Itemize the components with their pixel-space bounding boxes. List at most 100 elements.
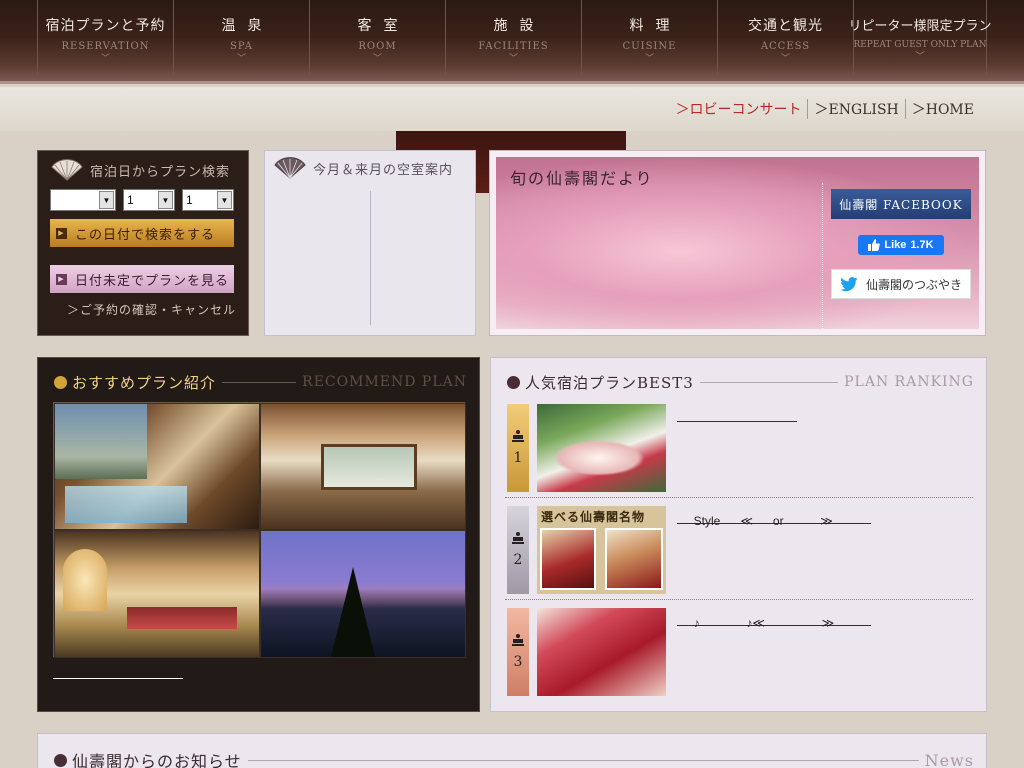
recommend-photo-grid [53,402,466,658]
nav-spa[interactable]: 温泉 SPA ﹀ [173,0,309,74]
nav-sublabel: ROOM [358,41,397,52]
rank-number: 1 [513,450,523,466]
twitter-button[interactable]: 仙壽閣のつぶやき [831,269,971,299]
facebook-like-button[interactable]: Like 1.7K [858,235,944,255]
nav-sublabel: ACCESS [760,41,811,52]
month-select[interactable]: ▼ [50,189,116,211]
plan-link[interactable] [677,412,797,422]
rank-number: 3 [513,654,523,670]
like-label: Like [884,239,907,251]
bullet-icon [54,753,67,767]
divider [505,497,973,498]
chevron-down-icon: ﹀ [915,52,925,62]
section-subtitle: News [924,750,974,768]
rank-number: 2 [513,552,523,568]
plan-link[interactable]: Style ≪ or ≫ [677,514,871,528]
divider [247,759,919,761]
section-header: 仙壽閣からのお知らせ News [54,750,974,768]
rank-badge: 3 [507,608,529,696]
news-section: 仙壽閣からのお知らせ News [37,733,987,768]
section-title: 仙壽閣からのお知らせ [72,752,242,768]
bullet-icon [54,375,67,389]
nav-sublabel: FACILITIES [478,41,549,52]
thumbs-up-icon [868,239,881,251]
select-value: 1 [186,193,193,207]
food-photo [605,528,663,590]
nav-label: 交通と観光 [748,18,823,34]
nights-select[interactable]: 1 ▼ [182,189,234,211]
twitter-bird-icon [840,276,858,291]
fan-icon [51,159,83,181]
rank-badge: 2 [507,506,529,594]
section-subtitle: PLAN RANKING [844,374,974,390]
nav-repeat-guest[interactable]: リピーター様限定プラン REPEAT GUEST ONLY PLAN ﹀ [849,0,992,74]
chevron-down-icon: ﹀ [236,54,246,64]
nav-label: 宿泊プランと予約 [45,18,166,34]
dropdown-arrow-icon: ▼ [158,191,173,209]
nav-label: 料理 [629,18,682,34]
plan-thumbnail[interactable] [537,608,666,696]
date-selects: ▼ 1 ▼ 1 ▼ [50,189,236,211]
plan-caption-link[interactable] [53,678,183,679]
plan-photo-western-room[interactable] [54,530,260,658]
button-label: 日付未定でプランを見る [75,273,230,289]
crown-icon [512,634,524,646]
search-by-date-button[interactable]: ▶ この日付で検索をする [50,219,234,247]
lobby-concert-link[interactable]: ＞ロビーコンサート [669,99,809,119]
divider [505,599,973,600]
main-nav: 宿泊プランと予約 RESERVATION ﹀ 温泉 SPA ﹀ 客室 ROOM … [0,0,1024,84]
sub-bar: ＞ロビーコンサート ＞ENGLISH ＞HOME [0,87,1024,131]
section-header: おすすめプラン紹介 RECOMMEND PLAN [54,372,467,392]
nav-access[interactable]: 交通と観光 ACCESS ﹀ [717,0,853,74]
english-link[interactable]: ＞ENGLISH [808,99,906,119]
section-subtitle: RECOMMEND PLAN [302,374,467,390]
nav-facilities[interactable]: 施設 FACILITIES ﹀ [445,0,581,74]
plan-thumbnail[interactable]: 選べる仙壽閣名物 [537,506,666,594]
chevron-down-icon: ﹀ [372,54,382,64]
fan-icon [274,157,306,179]
nav-cuisine[interactable]: 料理 CUISINE ﹀ [581,0,717,74]
nav-label: 温泉 [221,18,274,34]
thumbnail-caption: 選べる仙壽閣名物 [541,510,646,524]
divider [222,381,297,383]
divider [699,381,839,383]
ranking-item: 2 選べる仙壽閣名物 Style ≪ or ≫ [505,506,973,600]
plan-photo-mountain-sunset[interactable] [260,530,466,658]
arrow-right-icon: ▶ [56,273,67,285]
reservation-confirm-link[interactable]: ＞ご予約の確認・キャンセル [50,301,236,318]
nav-sublabel: REPEAT GUEST ONLY PLAN [853,40,987,50]
rank-badge: 1 [507,404,529,492]
like-count: 1.7K [910,239,934,251]
home-link[interactable]: ＞HOME [906,99,980,119]
plan-ranking-section: 人気宿泊プランBEST3 PLAN RANKING 1 2 選べる仙壽閣名物 S… [490,357,987,712]
plan-photo-open-air-bath[interactable] [54,403,260,530]
cherry-blossom-banner: 旬の仙壽閣だより 仙壽閣 FACEBOOK Like 1.7K 仙壽閣のつぶやき [496,157,979,329]
divider [370,191,371,325]
plan-thumbnail[interactable] [537,404,666,492]
plan-photo-japanese-room[interactable] [260,403,466,530]
arrow-right-icon: ▶ [56,227,67,239]
nav-label: リピーター様限定プラン [848,19,992,34]
view-plans-undecided-button[interactable]: ▶ 日付未定でプランを見る [50,265,234,293]
vacancy-panel: 今月＆来月の空室案内 [264,150,476,336]
nav-room[interactable]: 客室 ROOM ﹀ [309,0,445,74]
facebook-button[interactable]: 仙壽閣 FACEBOOK [831,189,971,219]
plan-link[interactable]: ♪ ♪≪ ≫ [677,616,871,630]
bullet-icon [507,375,520,389]
ranking-item: 1 [505,404,973,498]
chevron-down-icon: ﹀ [780,54,790,64]
plan-search-panel: 宿泊日からプラン検索 ▼ 1 ▼ 1 ▼ ▶ この日付で検索をする ▶ 日付未定… [37,150,249,336]
seasonal-news-panel: 旬の仙壽閣だより 仙壽閣 FACEBOOK Like 1.7K 仙壽閣のつぶやき [489,150,986,336]
chevron-down-icon: ﹀ [644,54,654,64]
nav-sublabel: RESERVATION [61,41,150,52]
day-select[interactable]: 1 ▼ [123,189,175,211]
dropdown-arrow-icon: ▼ [217,191,232,209]
crown-icon [512,532,524,544]
panel-header: 宿泊日からプラン検索 [50,159,236,181]
nav-label: 客室 [357,18,410,34]
nav-reservation[interactable]: 宿泊プランと予約 RESERVATION ﹀ [37,0,173,74]
crown-icon [512,430,524,442]
chevron-down-icon: ﹀ [100,54,110,64]
select-value: 1 [127,193,134,207]
food-photo [540,528,596,590]
